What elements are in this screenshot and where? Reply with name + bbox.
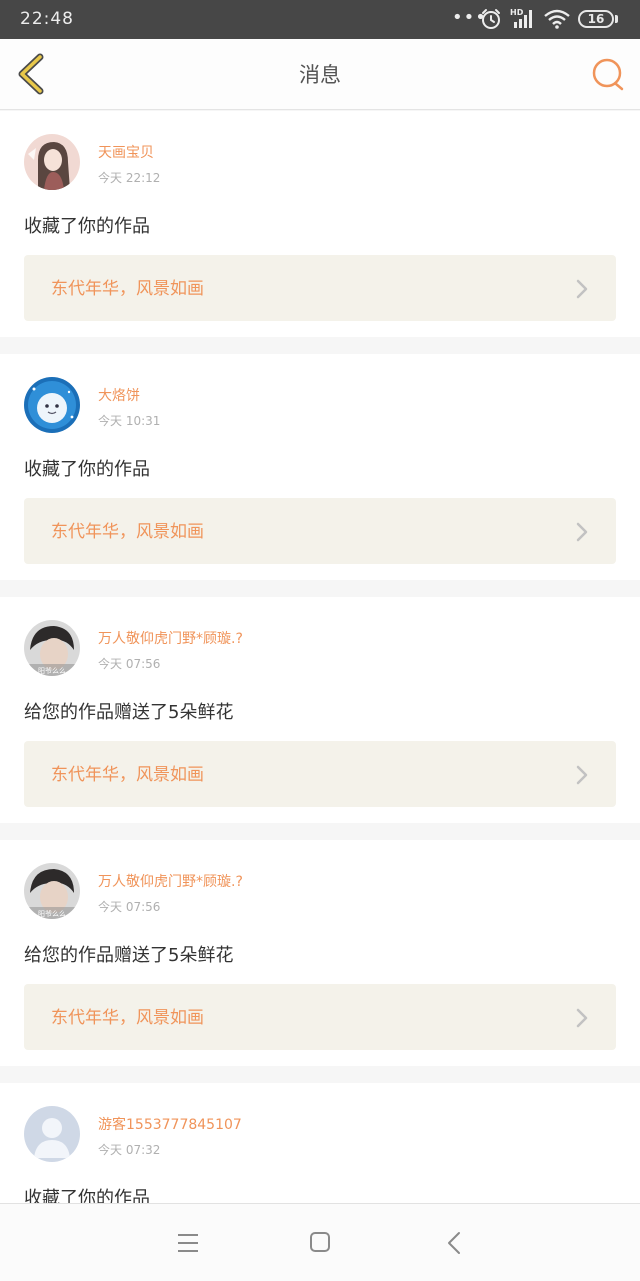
boy-photo-avatar[interactable]: 阳爷么么 — [24, 620, 80, 676]
username[interactable]: 天画宝贝 — [98, 142, 154, 162]
battery-tip — [615, 15, 618, 23]
avatar-caption: 阳爷么么 — [38, 666, 66, 675]
work-title: 东代年华，风景如画 — [51, 1008, 204, 1028]
anime-girl-avatar[interactable] — [24, 134, 80, 190]
back-icon[interactable] — [444, 1230, 464, 1256]
system-nav-bar — [0, 1203, 640, 1281]
battery-level: 16 — [587, 12, 605, 26]
alarm-icon — [482, 9, 500, 29]
default-user-avatar[interactable] — [24, 1106, 80, 1162]
work-title: 东代年华，风景如画 — [51, 522, 204, 542]
message-list[interactable]: 天画宝贝 今天 22:12 收藏了你的作品 东代年华，风景如画 大烙饼 今天 1… — [0, 111, 640, 1204]
message-action: 给您的作品赠送了5朵鲜花 — [24, 945, 234, 966]
home-icon[interactable] — [308, 1230, 332, 1254]
message-time: 今天 07:56 — [98, 900, 161, 914]
work-link[interactable]: 东代年华，风景如画 — [24, 741, 616, 807]
username[interactable]: 万人敬仰虎门野*顾璇.? — [98, 628, 243, 648]
page-title: 消息 — [299, 63, 341, 87]
status-bar: 22:48 ••• HD 16 — [0, 0, 640, 39]
search-icon[interactable] — [590, 56, 626, 92]
username[interactable]: 万人敬仰虎门野*顾璇.? — [98, 871, 243, 891]
battery-icon: 16 — [578, 10, 614, 28]
username[interactable]: 游客1553777845107 — [98, 1114, 242, 1134]
signal-hd-icon: HD — [510, 8, 532, 28]
message-action: 给您的作品赠送了5朵鲜花 — [24, 702, 234, 723]
message-time: 今天 07:56 — [98, 657, 161, 671]
message-action: 收藏了你的作品 — [24, 216, 150, 237]
work-title: 东代年华，风景如画 — [51, 279, 204, 299]
chevron-right-icon — [576, 522, 588, 542]
message-action: 收藏了你的作品 — [24, 459, 150, 480]
username[interactable]: 大烙饼 — [98, 385, 140, 405]
message-action: 收藏了你的作品 — [24, 1188, 150, 1204]
work-link[interactable]: 东代年华，风景如画 — [24, 498, 616, 564]
chevron-right-icon — [576, 1008, 588, 1028]
header-bar: 消息 — [0, 39, 640, 110]
message-card: 阳爷么么 万人敬仰虎门野*顾璇.? 今天 07:56 给您的作品赠送了5朵鲜花 … — [0, 597, 640, 823]
chevron-right-icon — [576, 765, 588, 785]
avatar-caption: 阳爷么么 — [38, 909, 66, 918]
wifi-icon — [544, 9, 570, 29]
boy-photo-avatar[interactable]: 阳爷么么 — [24, 863, 80, 919]
snowman-avatar[interactable] — [24, 377, 80, 433]
message-time: 今天 07:32 — [98, 1143, 161, 1157]
message-time: 今天 22:12 — [98, 171, 161, 185]
message-time: 今天 10:31 — [98, 414, 161, 428]
message-card: 游客1553777845107 今天 07:32 收藏了你的作品 — [0, 1083, 640, 1204]
menu-icon[interactable] — [176, 1232, 200, 1254]
message-card: 天画宝贝 今天 22:12 收藏了你的作品 东代年华，风景如画 — [0, 111, 640, 337]
status-time: 22:48 — [20, 9, 74, 29]
chevron-right-icon — [576, 279, 588, 299]
work-link[interactable]: 东代年华，风景如画 — [24, 984, 616, 1050]
message-card: 阳爷么么 万人敬仰虎门野*顾璇.? 今天 07:56 给您的作品赠送了5朵鲜花 … — [0, 840, 640, 1066]
work-link[interactable]: 东代年华，风景如画 — [24, 255, 616, 321]
svg-text:HD: HD — [510, 8, 524, 17]
back-arrow-icon[interactable] — [14, 53, 48, 95]
message-card: 大烙饼 今天 10:31 收藏了你的作品 东代年华，风景如画 — [0, 354, 640, 580]
work-title: 东代年华，风景如画 — [51, 765, 204, 785]
